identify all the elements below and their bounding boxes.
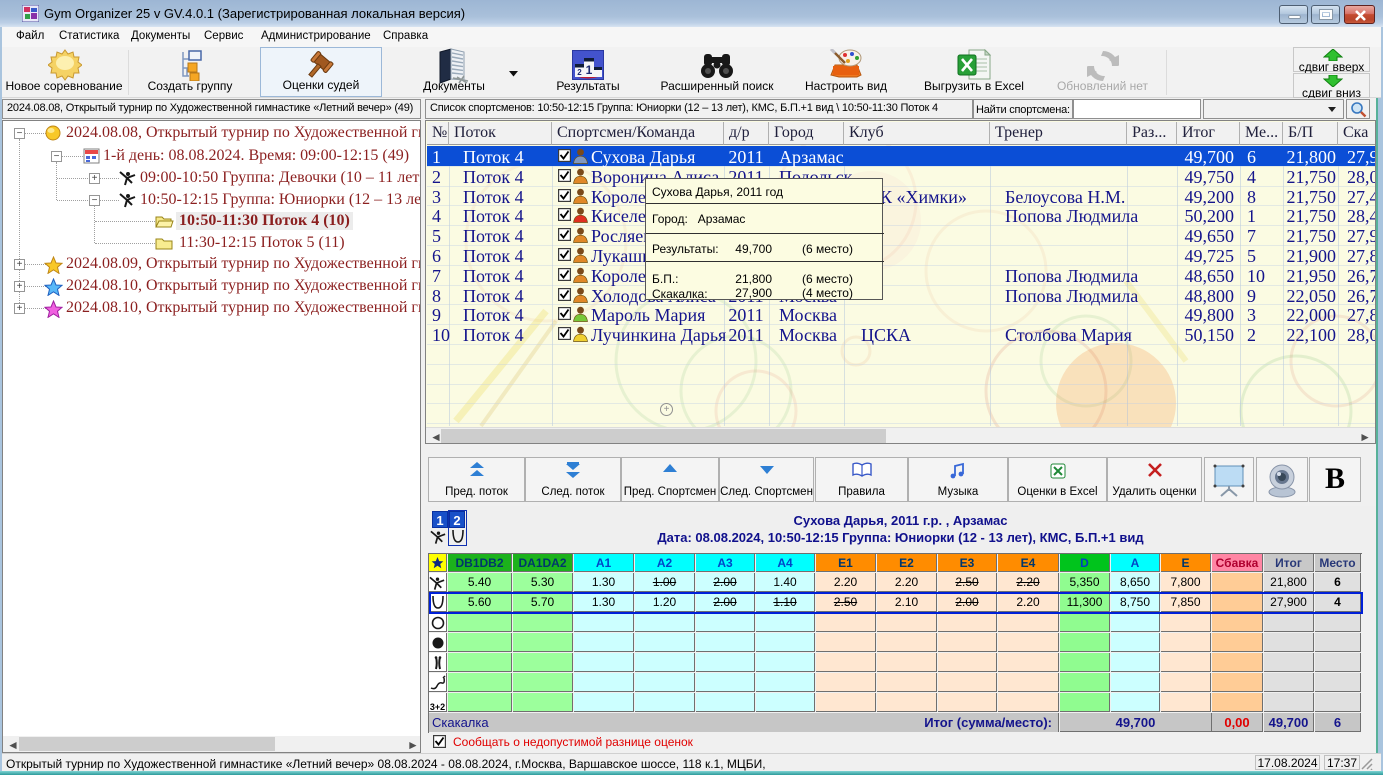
svg-text:2: 2 bbox=[577, 68, 582, 77]
svg-text:1: 1 bbox=[586, 63, 593, 77]
